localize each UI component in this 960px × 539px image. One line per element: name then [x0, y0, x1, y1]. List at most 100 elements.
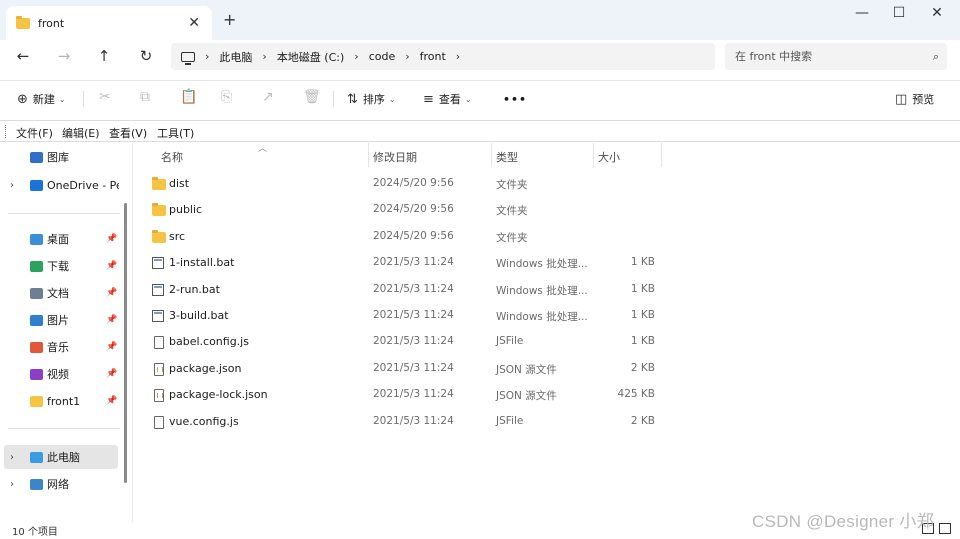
tab-front[interactable]: front ✕: [6, 6, 212, 40]
column-divider[interactable]: [661, 143, 662, 167]
command-bar: ⊕ 新建 ⌄ ✂ ⧉ 📋 ⎘ ↗ 🗑 ⇅ 排序 ⌄ ≡ 查看 ⌄ ••• ◫ 预…: [0, 80, 960, 116]
menu-view[interactable]: 查看(V): [109, 125, 147, 141]
forward-button[interactable]: →: [53, 45, 75, 67]
tab-close-icon[interactable]: ✕: [188, 15, 200, 31]
sidebar-item[interactable]: › 网络: [0, 472, 120, 496]
file-list: ︿ 名称 修改日期 类型 大小 dist 2024/5/20 9:56 文件夹 pub…: [133, 143, 960, 522]
sidebar-item[interactable]: › 此电脑: [4, 445, 118, 469]
sidebar-item[interactable]: 图片 📌: [0, 308, 120, 332]
file-name: public: [169, 203, 203, 217]
chevron-down-icon: ⌄: [388, 94, 396, 104]
file-size: 1 KB: [630, 309, 655, 321]
breadcrumb-this-pc[interactable]: 此电脑: [219, 49, 252, 65]
column-header-name[interactable]: 名称: [161, 149, 183, 165]
back-button[interactable]: ←: [12, 45, 34, 67]
table-row[interactable]: vue.config.js 2021/5/3 11:24 JSFile 2 KB: [133, 409, 673, 435]
breadcrumb-code[interactable]: code: [369, 50, 396, 63]
sidebar-item[interactable]: 文档 📌: [0, 281, 120, 305]
view-button[interactable]: ≡ 查看 ⌄: [423, 90, 472, 108]
table-row[interactable]: package.json 2021/5/3 11:24 JSON 源文件 2 KB: [133, 356, 673, 382]
table-row[interactable]: 1-install.bat 2021/5/3 11:24 Windows 批处理..…: [133, 250, 673, 276]
file-modified: 2021/5/3 11:24: [373, 335, 454, 348]
column-header-modified[interactable]: 修改日期: [373, 149, 417, 165]
sidebar-item-label: 网络: [47, 478, 69, 491]
plus-circle-icon: ⊕: [17, 91, 28, 107]
delete-icon[interactable]: 🗑: [303, 89, 321, 105]
file-size: 1 KB: [630, 256, 655, 269]
sidebar-item[interactable]: 下载 📌: [0, 254, 120, 278]
address-bar[interactable]: › 此电脑 › 本地磁盘 (C:) › code › front ›: [171, 43, 715, 70]
column-divider[interactable]: [491, 143, 492, 167]
pin-icon: 📌: [106, 261, 118, 271]
file-icon: [154, 336, 164, 350]
column-header-type[interactable]: 类型: [496, 149, 518, 165]
breadcrumb-front[interactable]: front: [420, 50, 446, 63]
refresh-button[interactable]: ↻: [135, 45, 157, 67]
sort-button[interactable]: ⇅ 排序 ⌄: [347, 90, 396, 108]
new-button[interactable]: ⊕ 新建 ⌄: [17, 90, 66, 108]
close-window-button[interactable]: ✕: [922, 4, 952, 22]
sidebar-item[interactable]: 视频 📌: [0, 362, 120, 386]
sidebar-item[interactable]: 桌面 📌: [0, 227, 120, 251]
pin-icon: 📌: [106, 369, 118, 379]
pin-icon: 📌: [106, 342, 118, 352]
menu-grip: [5, 125, 7, 138]
nav-scrollbar[interactable]: [124, 203, 127, 483]
search-placeholder: 在 front 中搜索: [735, 50, 813, 63]
file-modified: 2021/5/3 11:24: [373, 256, 454, 269]
column-divider[interactable]: [593, 143, 594, 167]
folder-icon: [152, 229, 166, 243]
file-modified: 2021/5/3 11:24: [373, 282, 454, 295]
more-options-button[interactable]: •••: [503, 90, 527, 108]
chevron-right-icon[interactable]: ›: [10, 452, 14, 463]
table-row[interactable]: babel.config.js 2021/5/3 11:24 JSFile 1 KB: [133, 329, 673, 355]
sidebar-item[interactable]: › OneDrive - Per: [0, 173, 120, 197]
up-button[interactable]: ↑: [93, 45, 115, 67]
maximize-button[interactable]: ☐: [884, 4, 914, 22]
column-header-size[interactable]: 大小: [598, 149, 620, 165]
menu-edit[interactable]: 编辑(E): [62, 125, 100, 141]
menu-file[interactable]: 文件(F): [16, 125, 53, 141]
file-name: 2-run.bat: [169, 282, 220, 296]
file-modified: 2021/5/3 11:24: [373, 414, 454, 427]
sort-label: 排序: [362, 93, 385, 106]
file-modified: 2021/5/3 11:24: [373, 309, 454, 321]
sidebar-item[interactable]: front1 📌: [0, 389, 120, 413]
tiles-view-button[interactable]: [939, 523, 951, 534]
file-name: package.json: [169, 361, 242, 375]
table-row[interactable]: dist 2024/5/20 9:56 文件夹: [133, 171, 673, 197]
table-row[interactable]: 3-build.bat 2021/5/3 11:24 Windows 批处理... 1…: [133, 303, 673, 329]
pin-icon: 📌: [106, 288, 118, 298]
sidebar-item-label: 此电脑: [47, 451, 80, 464]
table-row[interactable]: public 2024/5/20 9:56 文件夹: [133, 197, 673, 223]
chevron-right-icon[interactable]: ›: [10, 180, 14, 191]
table-row[interactable]: package-lock.json 2021/5/3 11:24 JSON 源文件 4…: [133, 382, 673, 408]
file-type: 文件夹: [496, 231, 528, 244]
file-type: JSFile: [496, 335, 524, 348]
new-tab-button[interactable]: +: [223, 10, 236, 29]
rename-icon[interactable]: ⎘: [221, 89, 232, 105]
preview-pane-button[interactable]: ◫ 预览: [895, 90, 934, 108]
file-size: 2 KB: [630, 361, 655, 374]
file-size: 1 KB: [630, 335, 655, 348]
table-row[interactable]: src 2024/5/20 9:56 文件夹: [133, 224, 673, 250]
file-size: 2 KB: [630, 414, 655, 427]
breadcrumb-separator-icon: ›: [405, 50, 410, 63]
file-type: JSON 源文件: [496, 390, 557, 403]
share-icon[interactable]: ↗: [262, 89, 274, 105]
preview-pane-icon: ◫: [895, 91, 908, 107]
menu-tools[interactable]: 工具(T): [157, 125, 194, 141]
copy-icon[interactable]: ⧉: [140, 89, 150, 105]
sidebar-item[interactable]: 图库: [0, 145, 120, 169]
table-row[interactable]: 2-run.bat 2021/5/3 11:24 Windows 批处理... 1 K…: [133, 277, 673, 303]
watermark: CSDN @Designer 小郑: [752, 512, 935, 531]
minimize-button[interactable]: —: [847, 4, 877, 22]
nav-divider: [8, 213, 120, 214]
search-input[interactable]: 在 front 中搜索 ⌕: [725, 43, 947, 70]
paste-icon[interactable]: 📋: [180, 89, 197, 105]
sidebar-item[interactable]: 音乐 📌: [0, 335, 120, 359]
chevron-right-icon[interactable]: ›: [10, 479, 14, 490]
cut-icon[interactable]: ✂: [99, 89, 111, 105]
column-divider[interactable]: [368, 143, 369, 167]
breadcrumb-local-disk[interactable]: 本地磁盘 (C:): [277, 49, 344, 65]
